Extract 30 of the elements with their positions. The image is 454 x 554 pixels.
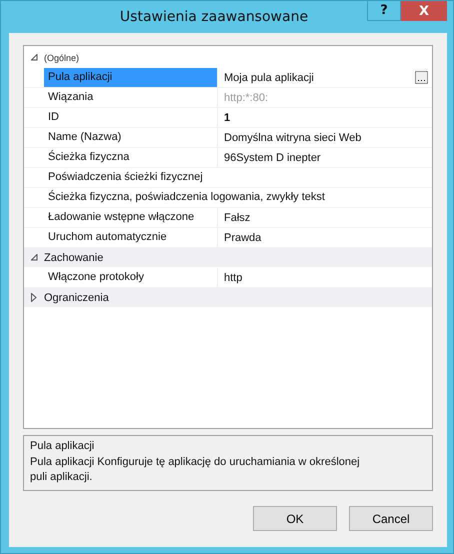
collapsed-triangle-icon[interactable] [31,293,37,302]
window-title: Ustawienia zaawansowane [118,8,310,25]
property-value[interactable]: Fałsz [224,212,250,224]
expanded-triangle-icon[interactable] [30,254,38,261]
property-name[interactable]: Pula aplikacji [44,68,218,87]
dialog-button[interactable]: OK [253,506,337,531]
property-name[interactable]: Ładowanie wstępne włączone [44,208,218,227]
property-name[interactable]: Ścieżka fizyczna [44,148,218,167]
property-value[interactable]: Moja pula aplikacji [224,72,314,84]
category-label: (Ogólne) [44,52,80,62]
dialog-button[interactable]: Cancel [349,506,433,531]
ellipsis-button[interactable] [415,71,428,84]
property-name[interactable]: Name (Nazwa) [44,128,218,147]
category-label: Zachowanie [44,252,104,264]
property-value[interactable]: Domyślna witryna sieci Web [224,132,362,144]
description-text: Pula aplikacji Konfiguruje tę aplikację do uruchamiania w określonej puli aplikacji. [30,455,360,485]
property-value[interactable]: 96System D inepter [224,152,321,164]
description-title: Pula aplikacji [30,440,96,452]
close-button[interactable]: X [401,1,447,21]
property-name[interactable]: Włączone protokoły [44,268,218,287]
property-name[interactable]: ID [44,108,218,127]
help-button[interactable]: ? [367,1,401,21]
category-label: Ograniczenia [44,292,109,304]
property-name[interactable]: Poświadczenia ścieżki fizycznej [44,168,203,187]
property-name[interactable]: Ścieżka fizyczna, poświadczenia logowania, zwykły tekst [44,188,325,207]
property-value[interactable]: 1 [224,112,230,124]
property-value[interactable]: http [224,272,242,284]
property-value[interactable]: Prawda [224,232,262,244]
property-name[interactable]: Uruchom automatycznie [44,228,218,247]
expanded-triangle-icon[interactable] [30,54,38,61]
